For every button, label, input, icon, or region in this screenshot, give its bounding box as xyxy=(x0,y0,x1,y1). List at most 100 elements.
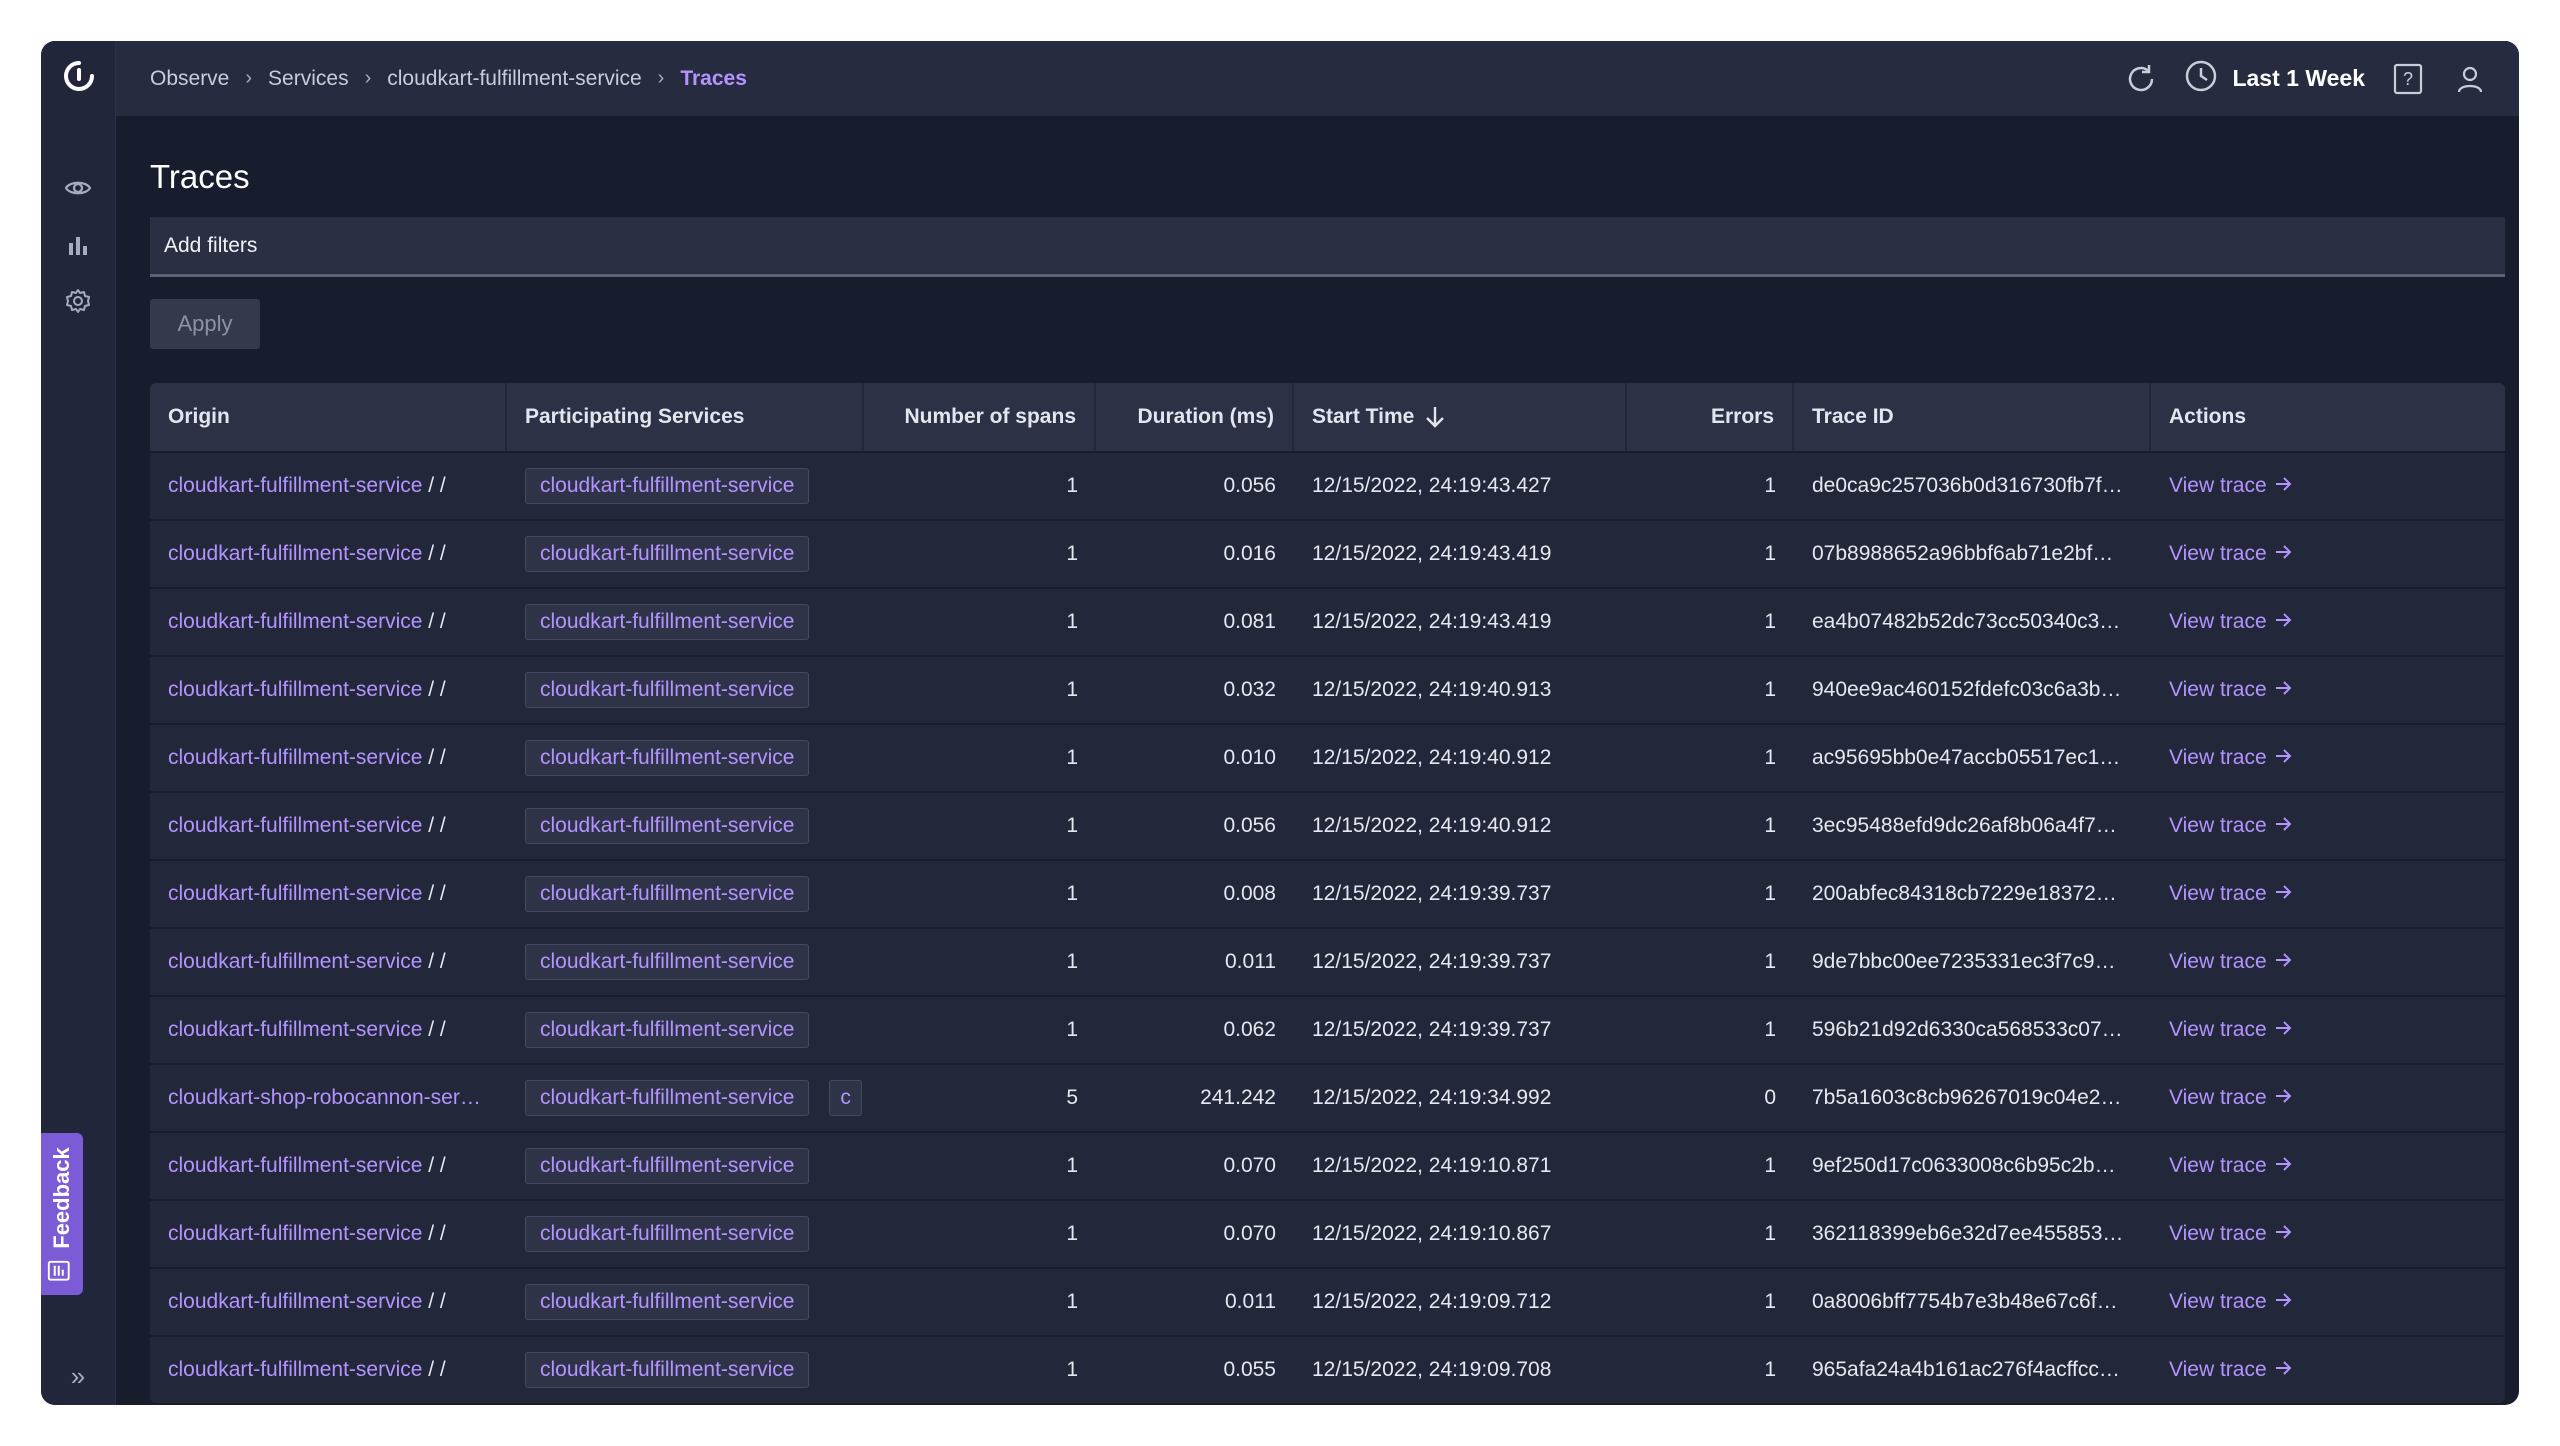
help-icon[interactable]: ? xyxy=(2389,60,2427,98)
origin-link[interactable]: cloudkart-fulfillment-service xyxy=(168,542,422,565)
view-trace-link[interactable]: View trace xyxy=(2169,950,2293,974)
service-tag[interactable]: c xyxy=(829,1080,862,1116)
origin-link[interactable]: cloudkart-fulfillment-service xyxy=(168,950,422,973)
origin-link[interactable]: cloudkart-fulfillment-service xyxy=(168,1290,422,1313)
view-trace-label: View trace xyxy=(2169,474,2267,497)
view-trace-link[interactable]: View trace xyxy=(2169,542,2293,566)
view-trace-link[interactable]: View trace xyxy=(2169,610,2293,634)
breadcrumb: Observe › Services › cloudkart-fulfillme… xyxy=(150,67,747,91)
origin-suffix: / / xyxy=(422,882,446,905)
table-row[interactable]: cloudkart-fulfillment-service / / cloudka… xyxy=(150,657,2505,725)
service-tag[interactable]: cloudkart-fulfillment-service xyxy=(525,944,810,980)
actions-cell: View trace xyxy=(2151,610,2505,634)
time-range-picker[interactable]: Last 1 Week xyxy=(2184,59,2365,98)
breadcrumb-observe[interactable]: Observe xyxy=(150,67,229,91)
sort-descending-icon xyxy=(1424,405,1446,429)
origin-link[interactable]: cloudkart-fulfillment-service xyxy=(168,1018,422,1041)
apply-button[interactable]: Apply xyxy=(150,299,260,349)
column-number-of-spans[interactable]: Number of spans xyxy=(864,383,1096,451)
origin-link[interactable]: cloudkart-fulfillment-service xyxy=(168,1154,422,1177)
view-trace-link[interactable]: View trace xyxy=(2169,1358,2293,1382)
origin-link[interactable]: cloudkart-fulfillment-service xyxy=(168,678,422,701)
filter-input[interactable]: Add filters xyxy=(150,217,2505,277)
view-trace-label: View trace xyxy=(2169,814,2267,837)
origin-link[interactable]: cloudkart-fulfillment-service xyxy=(168,610,422,633)
logo[interactable] xyxy=(62,59,96,93)
arrow-right-icon xyxy=(2275,1086,2293,1110)
spans-cell: 1 xyxy=(1066,1154,1078,1177)
table-row[interactable]: cloudkart-fulfillment-service / / cloudka… xyxy=(150,997,2505,1065)
duration-cell: 0.008 xyxy=(1223,882,1276,905)
view-trace-link[interactable]: View trace xyxy=(2169,746,2293,770)
origin-link[interactable]: cloudkart-fulfillment-service xyxy=(168,746,422,769)
table-row[interactable]: cloudkart-fulfillment-service / / cloudka… xyxy=(150,1133,2505,1201)
origin-cell: cloudkart-fulfillment-service / / xyxy=(150,1290,507,1314)
service-tag[interactable]: cloudkart-fulfillment-service xyxy=(525,536,810,572)
trace-id-cell: 07b8988652a96bbf6ab71e2bf… xyxy=(1812,542,2114,565)
service-tag[interactable]: cloudkart-fulfillment-service xyxy=(525,672,810,708)
service-tag[interactable]: cloudkart-fulfillment-service xyxy=(525,876,810,912)
origin-link[interactable]: cloudkart-fulfillment-service xyxy=(168,1358,422,1381)
service-tag[interactable]: cloudkart-fulfillment-service xyxy=(525,808,810,844)
origin-suffix: / / xyxy=(422,746,446,769)
service-tag[interactable]: cloudkart-fulfillment-service xyxy=(525,1352,810,1388)
refresh-icon[interactable] xyxy=(2122,60,2160,98)
view-trace-link[interactable]: View trace xyxy=(2169,882,2293,906)
column-errors[interactable]: Errors xyxy=(1627,383,1794,451)
table-row[interactable]: cloudkart-fulfillment-service / / cloudka… xyxy=(150,793,2505,861)
column-participating-services[interactable]: Participating Services xyxy=(507,383,864,451)
origin-link[interactable]: cloudkart-fulfillment-service xyxy=(168,1222,422,1245)
column-trace-id[interactable]: Trace ID xyxy=(1794,383,2151,451)
breadcrumb-services[interactable]: Services xyxy=(268,67,349,91)
origin-link[interactable]: cloudkart-fulfillment-service xyxy=(168,474,422,497)
start-time-cell: 12/15/2022, 24:19:40.912 xyxy=(1312,746,1552,769)
view-trace-link[interactable]: View trace xyxy=(2169,1018,2293,1042)
origin-link[interactable]: cloudkart-fulfillment-service xyxy=(168,814,422,837)
column-duration[interactable]: Duration (ms) xyxy=(1096,383,1294,451)
view-trace-link[interactable]: View trace xyxy=(2169,1222,2293,1246)
spans-cell: 1 xyxy=(1066,882,1078,905)
view-trace-link[interactable]: View trace xyxy=(2169,678,2293,702)
service-tag[interactable]: cloudkart-fulfillment-service xyxy=(525,604,810,640)
chevron-right-icon: › xyxy=(245,67,253,89)
view-trace-label: View trace xyxy=(2169,610,2267,633)
table-row[interactable]: cloudkart-fulfillment-service / / cloudka… xyxy=(150,453,2505,521)
view-trace-link[interactable]: View trace xyxy=(2169,474,2293,498)
view-trace-link[interactable]: View trace xyxy=(2169,1290,2293,1314)
table-row[interactable]: cloudkart-fulfillment-service / / cloudka… xyxy=(150,589,2505,657)
spans-cell: 1 xyxy=(1066,1222,1078,1245)
bar-chart-icon[interactable] xyxy=(63,230,93,260)
service-tag[interactable]: cloudkart-fulfillment-service xyxy=(525,1284,810,1320)
feedback-button[interactable]: Feedback xyxy=(41,1133,83,1295)
trace-id-cell: 596b21d92d6330ca568533c07… xyxy=(1812,1018,2123,1041)
service-tag[interactable]: cloudkart-fulfillment-service xyxy=(525,1148,810,1184)
table-row[interactable]: cloudkart-fulfillment-service / / cloudka… xyxy=(150,861,2505,929)
table-row[interactable]: cloudkart-fulfillment-service / / cloudka… xyxy=(150,1337,2505,1403)
errors-cell: 1 xyxy=(1764,474,1776,497)
origin-link[interactable]: cloudkart-shop-robocannon-ser… xyxy=(168,1086,481,1109)
user-icon[interactable] xyxy=(2451,60,2489,98)
page-title: Traces xyxy=(150,158,250,195)
view-trace-link[interactable]: View trace xyxy=(2169,1086,2293,1110)
double-chevron-right-icon[interactable]: » xyxy=(63,1361,93,1391)
service-tag[interactable]: cloudkart-fulfillment-service xyxy=(525,740,810,776)
table-row[interactable]: cloudkart-shop-robocannon-ser… cloudkart-… xyxy=(150,1065,2505,1133)
table-row[interactable]: cloudkart-fulfillment-service / / cloudka… xyxy=(150,929,2505,997)
gear-icon[interactable] xyxy=(63,286,93,316)
table-row[interactable]: cloudkart-fulfillment-service / / cloudka… xyxy=(150,1201,2505,1269)
origin-link[interactable]: cloudkart-fulfillment-service xyxy=(168,882,422,905)
service-tag[interactable]: cloudkart-fulfillment-service xyxy=(525,1080,810,1116)
service-tag[interactable]: cloudkart-fulfillment-service xyxy=(525,1216,810,1252)
eye-icon[interactable] xyxy=(63,173,93,203)
column-origin[interactable]: Origin xyxy=(150,383,507,451)
table-row[interactable]: cloudkart-fulfillment-service / / cloudka… xyxy=(150,521,2505,589)
table-row[interactable]: cloudkart-fulfillment-service / / cloudka… xyxy=(150,725,2505,793)
breadcrumb-service[interactable]: cloudkart-fulfillment-service xyxy=(387,67,641,91)
arrow-right-icon xyxy=(2275,1358,2293,1382)
service-tag[interactable]: cloudkart-fulfillment-service xyxy=(525,468,810,504)
column-start-time[interactable]: Start Time xyxy=(1294,383,1627,451)
view-trace-link[interactable]: View trace xyxy=(2169,814,2293,838)
view-trace-link[interactable]: View trace xyxy=(2169,1154,2293,1178)
service-tag[interactable]: cloudkart-fulfillment-service xyxy=(525,1012,810,1048)
table-row[interactable]: cloudkart-fulfillment-service / / cloudka… xyxy=(150,1269,2505,1337)
